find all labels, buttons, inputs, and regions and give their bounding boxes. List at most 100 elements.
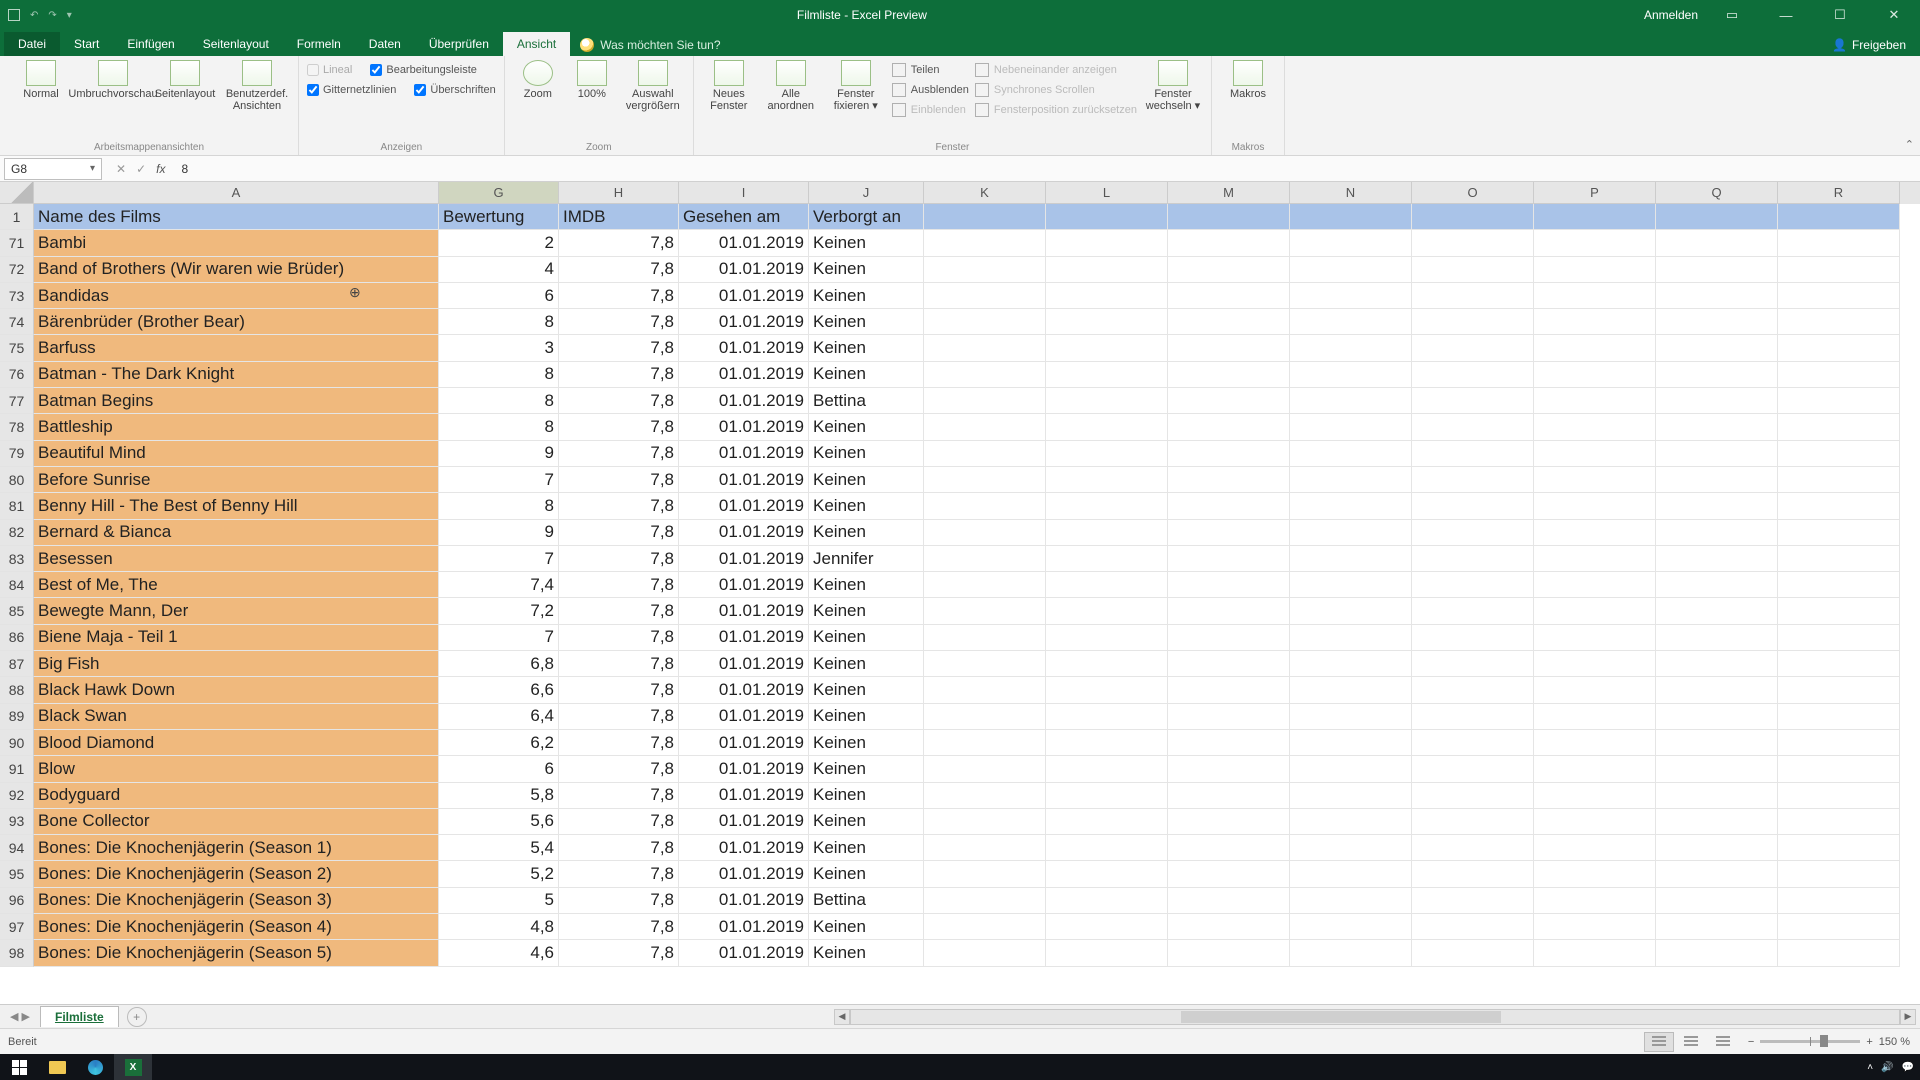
cell-film-name[interactable]: Batman Begins (34, 388, 439, 414)
cell-rating[interactable]: 3 (439, 335, 559, 361)
cell-film-name[interactable]: Blow (34, 756, 439, 782)
cell-rating[interactable]: 8 (439, 493, 559, 519)
cell-imdb[interactable]: 7,8 (559, 730, 679, 756)
scroll-right-icon[interactable]: ▶ (1900, 1009, 1916, 1025)
row-header[interactable]: 93 (0, 809, 34, 835)
tab-file[interactable]: Datei (4, 32, 60, 56)
cell-lent-to[interactable]: Keinen (809, 362, 924, 388)
zoom-level[interactable]: 150 % (1879, 1036, 1910, 1048)
cell-rating[interactable]: 8 (439, 362, 559, 388)
cell-lent-to[interactable]: Keinen (809, 572, 924, 598)
cell-film-name[interactable]: Batman - The Dark Knight (34, 362, 439, 388)
cell-lent-to[interactable]: Keinen (809, 704, 924, 730)
column-header-g[interactable]: G (439, 182, 559, 204)
cell-imdb[interactable]: 7,8 (559, 467, 679, 493)
row-header[interactable]: 89 (0, 704, 34, 730)
cell-imdb[interactable]: 7,8 (559, 230, 679, 256)
cell-rating[interactable]: 6,8 (439, 651, 559, 677)
cell-rating[interactable]: 6 (439, 756, 559, 782)
row-header[interactable]: 90 (0, 730, 34, 756)
cell-film-name[interactable]: Black Hawk Down (34, 677, 439, 703)
row-header[interactable]: 74 (0, 309, 34, 335)
cell-date[interactable]: 01.01.2019 (679, 335, 809, 361)
row-header[interactable]: 76 (0, 362, 34, 388)
cell-lent-to[interactable]: Keinen (809, 914, 924, 940)
hide-button[interactable]: Ausblenden (892, 80, 969, 100)
cell-imdb[interactable]: 7,8 (559, 704, 679, 730)
collapse-ribbon-icon[interactable]: ⌃ (1905, 138, 1914, 151)
cell-date[interactable]: 01.01.2019 (679, 388, 809, 414)
cell-imdb[interactable]: 7,8 (559, 861, 679, 887)
formula-input[interactable]: 8 (175, 162, 1920, 176)
cell-lent-to[interactable]: Keinen (809, 756, 924, 782)
cell-lent-to[interactable]: Keinen (809, 598, 924, 624)
cell-rating[interactable]: 5,6 (439, 809, 559, 835)
cell-lent-to[interactable]: Keinen (809, 651, 924, 677)
column-header-o[interactable]: O (1412, 182, 1534, 204)
cell-lent-to[interactable]: Jennifer (809, 546, 924, 572)
cell-rating[interactable]: 4,6 (439, 940, 559, 966)
chevron-down-icon[interactable]: ▾ (90, 163, 95, 174)
cell-rating[interactable]: 5 (439, 888, 559, 914)
cell-rating[interactable]: 5,2 (439, 861, 559, 887)
tab-seitenlayout[interactable]: Seitenlayout (189, 32, 283, 56)
normal-view-icon[interactable] (1644, 1032, 1674, 1052)
row-header[interactable]: 77 (0, 388, 34, 414)
tab-start[interactable]: Start (60, 32, 113, 56)
new-sheet-button[interactable]: + (127, 1007, 147, 1027)
tab-ueberpruefen[interactable]: Überprüfen (415, 32, 503, 56)
cell-date[interactable]: 01.01.2019 (679, 309, 809, 335)
row-header[interactable]: 82 (0, 520, 34, 546)
cell-lent-to[interactable]: Keinen (809, 257, 924, 283)
cell-lent-to[interactable]: Keinen (809, 309, 924, 335)
row-header[interactable]: 96 (0, 888, 34, 914)
column-header-h[interactable]: H (559, 182, 679, 204)
cell-date[interactable]: 01.01.2019 (679, 493, 809, 519)
cell-rating[interactable]: 7 (439, 625, 559, 651)
zoom-100-button[interactable]: 100% (569, 60, 615, 100)
cell-lent-to[interactable]: Keinen (809, 809, 924, 835)
new-window-button[interactable]: Neues Fenster (702, 60, 756, 112)
zoom-slider[interactable] (1760, 1040, 1860, 1043)
cell-film-name[interactable]: Besessen (34, 546, 439, 572)
cell-film-name[interactable]: Bones: Die Knochenjägerin (Season 3) (34, 888, 439, 914)
cell-date[interactable]: 01.01.2019 (679, 441, 809, 467)
cell-rating[interactable]: 4,8 (439, 914, 559, 940)
cell-imdb[interactable]: 7,8 (559, 362, 679, 388)
qat-customize-icon[interactable]: ▾ (67, 10, 72, 21)
row-header[interactable]: 84 (0, 572, 34, 598)
close-icon[interactable]: ✕ (1874, 0, 1914, 30)
column-header-n[interactable]: N (1290, 182, 1412, 204)
cell-date[interactable]: 01.01.2019 (679, 730, 809, 756)
sheet-nav-arrows[interactable]: ◀ ▶ (0, 1010, 40, 1023)
ribbon-display-options-icon[interactable]: ▭ (1712, 0, 1752, 30)
cell-film-name[interactable]: Biene Maja - Teil 1 (34, 625, 439, 651)
notification-icon[interactable]: 💬 (1902, 1062, 1914, 1073)
cell-imdb[interactable]: 7,8 (559, 283, 679, 309)
cell-date[interactable]: 01.01.2019 (679, 625, 809, 651)
cell-lent-to[interactable]: Keinen (809, 467, 924, 493)
cell-lent-to[interactable]: Keinen (809, 441, 924, 467)
start-button[interactable] (0, 1054, 38, 1080)
cell-imdb[interactable]: 7,8 (559, 940, 679, 966)
row-header[interactable]: 75 (0, 335, 34, 361)
row-header[interactable]: 80 (0, 467, 34, 493)
cell-film-name[interactable]: Barfuss (34, 335, 439, 361)
row-header[interactable]: 98 (0, 940, 34, 966)
cell-film-name[interactable]: Bones: Die Knochenjägerin (Season 2) (34, 861, 439, 887)
cell-date[interactable]: 01.01.2019 (679, 546, 809, 572)
cell-lent-to[interactable]: Keinen (809, 230, 924, 256)
cell-imdb[interactable]: 7,8 (559, 914, 679, 940)
column-header-r[interactable]: R (1778, 182, 1900, 204)
cell-date[interactable]: 01.01.2019 (679, 861, 809, 887)
zoom-out-button[interactable]: − (1748, 1036, 1754, 1048)
signin-link[interactable]: Anmelden (1644, 8, 1698, 22)
page-break-view-icon[interactable] (1708, 1032, 1738, 1052)
cell-imdb[interactable]: 7,8 (559, 257, 679, 283)
cell-header-j[interactable]: Verborgt an (809, 204, 924, 230)
cell-rating[interactable]: 8 (439, 309, 559, 335)
cell-date[interactable]: 01.01.2019 (679, 257, 809, 283)
cell-rating[interactable]: 6 (439, 283, 559, 309)
zoom-selection-button[interactable]: Auswahl vergrößern (621, 60, 685, 112)
select-all-corner[interactable] (0, 182, 34, 204)
